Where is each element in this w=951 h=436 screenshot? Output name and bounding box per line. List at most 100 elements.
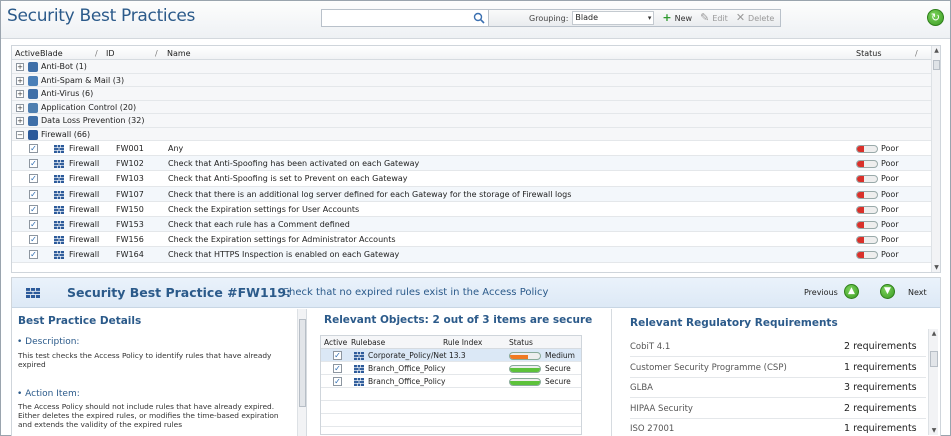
- name-cell: Check that Anti-Spoofing is set to Preve…: [168, 174, 408, 184]
- search-icon[interactable]: [473, 12, 485, 24]
- group-row[interactable]: + Anti-Spam & Mail (3): [12, 73, 940, 87]
- col-active[interactable]: Active: [324, 338, 347, 347]
- requirement-row[interactable]: Customer Security Programme (CSP) 1 requi…: [630, 358, 926, 378]
- details-scrollbar[interactable]: [297, 309, 306, 436]
- status-indicator: [509, 365, 541, 373]
- expand-icon[interactable]: +: [16, 76, 24, 85]
- object-row[interactable]: ✓ Branch_Office_Policy Secure: [321, 375, 581, 388]
- requirement-row[interactable]: CobiT 4.1 2 requirements: [630, 337, 926, 357]
- active-checkbox[interactable]: ✓: [29, 219, 38, 229]
- col-active[interactable]: Active: [15, 49, 40, 58]
- expand-icon[interactable]: +: [16, 90, 24, 98]
- delete-button[interactable]: ✕ Delete: [735, 11, 775, 24]
- refresh-button[interactable]: ↻: [927, 9, 944, 26]
- expand-icon[interactable]: +: [16, 63, 24, 71]
- requirement-row[interactable]: ISO 27001 1 requirements: [630, 419, 926, 436]
- requirement-count[interactable]: 1 requirements: [844, 423, 917, 434]
- status-indicator: [856, 220, 878, 229]
- edit-label: Edit: [712, 13, 728, 23]
- expand-icon[interactable]: +: [16, 103, 24, 112]
- expand-icon[interactable]: +: [16, 117, 24, 125]
- sort-icon: /: [155, 49, 158, 58]
- group-row[interactable]: + Application Control (20): [12, 100, 940, 114]
- best-practice-title: Security Best Practice #FW119:: [67, 285, 292, 300]
- object-row[interactable]: ✓ Corporate_Policy/Net 13.3 Medium: [321, 349, 581, 362]
- id-cell: FW156: [116, 235, 144, 245]
- next-button[interactable]: ▼: [880, 284, 895, 299]
- active-checkbox[interactable]: ✓: [29, 174, 38, 184]
- group-row[interactable]: + Anti-Virus (6): [12, 87, 940, 101]
- name-cell: Check that HTTPS Inspection is enabled o…: [168, 250, 400, 260]
- scroll-down-icon[interactable]: ▼: [932, 264, 940, 271]
- requirement-count[interactable]: 2 requirements: [844, 403, 917, 414]
- scroll-up-icon[interactable]: ▲: [932, 47, 940, 54]
- firewall-icon: [54, 236, 64, 245]
- col-rule-index[interactable]: Rule Index: [443, 338, 482, 347]
- edit-button[interactable]: ✎ Edit: [700, 11, 728, 24]
- requirement-row[interactable]: HIPAA Security 2 requirements: [630, 399, 926, 419]
- pencil-icon: ✎: [700, 11, 710, 24]
- col-blade[interactable]: Blade: [40, 49, 63, 58]
- best-practices-grid: Active Blade / ID / Name Status / + Anti-…: [11, 45, 941, 273]
- requirement-count[interactable]: 3 requirements: [844, 382, 917, 393]
- group-row[interactable]: − Firewall (66): [12, 127, 940, 141]
- previous-button[interactable]: ▲: [844, 284, 859, 299]
- new-button[interactable]: + New: [662, 12, 692, 23]
- active-checkbox[interactable]: ✓: [29, 250, 38, 260]
- name-cell: Check that Anti-Spoofing has been activa…: [168, 159, 420, 169]
- blade-cell: Firewall: [69, 235, 100, 245]
- requirement-row[interactable]: GLBA 3 requirements: [630, 378, 926, 398]
- group-row[interactable]: + Anti-Bot (1): [12, 60, 940, 74]
- table-row[interactable]: ✓ Firewall FW107 Check that there is an add…: [12, 186, 940, 202]
- close-icon: ✕: [735, 11, 746, 24]
- table-row[interactable]: ✓ Firewall FW103 Check that Anti-Spoofing i…: [12, 171, 940, 187]
- grid-scrollbar[interactable]: ▲ ▼: [931, 46, 940, 272]
- group-row[interactable]: + Data Loss Prevention (32): [12, 114, 940, 128]
- name-cell: Check the Expiration settings for User A…: [168, 204, 360, 214]
- table-row[interactable]: ✓ Firewall FW153 Check that each rule has a…: [12, 216, 940, 233]
- scroll-thumb[interactable]: [933, 60, 940, 70]
- active-checkbox[interactable]: ✓: [29, 144, 38, 153]
- status-cell: Poor: [881, 204, 899, 214]
- active-checkbox[interactable]: ✓: [29, 204, 38, 214]
- firewall-icon: [354, 378, 364, 386]
- scroll-down-icon[interactable]: ▼: [929, 427, 939, 434]
- table-row[interactable]: ✓ Firewall FW150 Check the Expiration setti…: [12, 202, 940, 217]
- active-checkbox[interactable]: ✓: [333, 377, 342, 386]
- active-checkbox[interactable]: ✓: [333, 364, 342, 373]
- requirements-scrollbar[interactable]: ▲ ▼: [928, 329, 938, 435]
- delete-label: Delete: [748, 13, 775, 23]
- collapse-icon[interactable]: −: [16, 130, 24, 139]
- table-row[interactable]: ✓ Firewall FW164 Check that HTTPS Inspectio…: [12, 247, 940, 263]
- scroll-thumb[interactable]: [930, 351, 938, 367]
- firewall-icon: [54, 145, 64, 153]
- refresh-icon: ↻: [930, 11, 941, 24]
- col-status[interactable]: Status: [509, 338, 533, 347]
- col-status[interactable]: Status: [856, 49, 882, 58]
- firewall-icon: [54, 251, 64, 260]
- col-name[interactable]: Name: [167, 49, 191, 58]
- table-row[interactable]: ✓ Firewall FW156 Check the Expiration setti…: [12, 232, 940, 248]
- search-input[interactable]: [321, 9, 489, 27]
- scroll-up-icon[interactable]: ▲: [929, 330, 939, 337]
- requirements-heading: Relevant Regulatory Requirements: [630, 317, 838, 329]
- active-checkbox[interactable]: ✓: [29, 189, 38, 199]
- previous-label[interactable]: Previous: [804, 288, 838, 297]
- active-checkbox[interactable]: ✓: [29, 235, 38, 245]
- next-label[interactable]: Next: [908, 288, 927, 297]
- table-row[interactable]: ✓ Firewall FW102 Check that Anti-Spoofing h…: [12, 156, 940, 172]
- table-row[interactable]: ✓ Firewall FW001 Any Poor: [12, 141, 940, 157]
- sort-icon: /: [95, 49, 98, 58]
- grouping-label: Grouping:: [529, 13, 569, 23]
- object-row[interactable]: ✓ Branch_Office_Policy Secure: [321, 362, 581, 375]
- col-rulebase[interactable]: Rulebase: [351, 338, 385, 347]
- group-label: Application Control (20): [41, 102, 137, 112]
- scroll-thumb[interactable]: [299, 319, 306, 407]
- grouping-select[interactable]: Blade ▾: [572, 11, 655, 25]
- requirement-count[interactable]: 1 requirements: [844, 362, 917, 373]
- col-id[interactable]: ID: [106, 49, 115, 58]
- requirement-count[interactable]: 2 requirements: [844, 341, 917, 352]
- active-checkbox[interactable]: ✓: [333, 351, 342, 360]
- id-cell: FW103: [116, 174, 144, 184]
- active-checkbox[interactable]: ✓: [29, 159, 38, 169]
